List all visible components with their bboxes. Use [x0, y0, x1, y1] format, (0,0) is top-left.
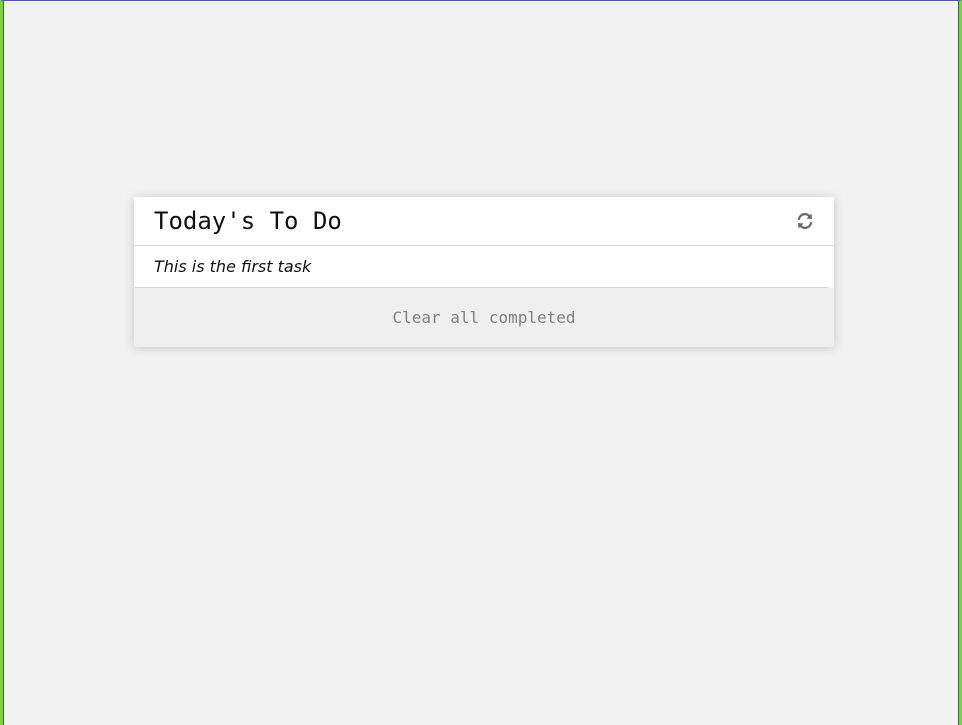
refresh-button[interactable]: [796, 211, 814, 231]
page-title: Today's To Do: [154, 207, 342, 235]
task-list: This is the first task: [134, 246, 834, 288]
clear-completed-button[interactable]: Clear all completed: [392, 308, 575, 327]
card-header: Today's To Do: [134, 197, 834, 246]
task-item[interactable]: This is the first task: [134, 246, 829, 288]
app-viewport: Today's To Do This is the first task Cle…: [0, 0, 962, 725]
refresh-icon: [796, 213, 814, 234]
task-text: This is the first task: [154, 257, 312, 276]
todo-card: Today's To Do This is the first task Cle…: [134, 197, 834, 347]
card-footer: Clear all completed: [134, 288, 834, 347]
